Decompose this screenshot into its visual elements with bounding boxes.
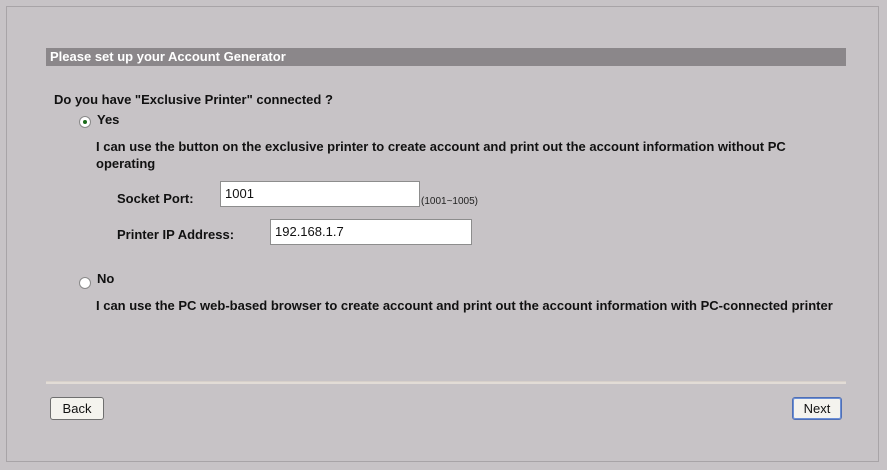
radio-yes[interactable]	[79, 116, 91, 128]
next-button[interactable]: Next	[792, 397, 842, 420]
printer-ip-input[interactable]: 192.168.1.7	[270, 219, 472, 245]
yes-description: I can use the button on the exclusive pr…	[96, 139, 786, 171]
section-title: Please set up your Account Generator	[50, 49, 286, 64]
no-description: I can use the PC web-based browser to cr…	[96, 298, 833, 313]
socket-port-input[interactable]: 1001	[220, 181, 420, 207]
back-button[interactable]: Back	[50, 397, 104, 420]
section-header: Please set up your Account Generator	[46, 48, 846, 66]
radio-no[interactable]	[79, 277, 91, 289]
radio-yes-label[interactable]: Yes	[97, 112, 119, 127]
socket-port-range-hint: (1001~1005)	[421, 196, 478, 207]
socket-port-label: Socket Port:	[117, 191, 194, 206]
footer-divider	[46, 381, 846, 384]
printer-ip-label: Printer IP Address:	[117, 227, 235, 242]
radio-selected-dot	[83, 120, 87, 124]
printer-question: Do you have "Exclusive Printer" connecte…	[54, 92, 333, 107]
radio-no-label[interactable]: No	[97, 271, 114, 286]
